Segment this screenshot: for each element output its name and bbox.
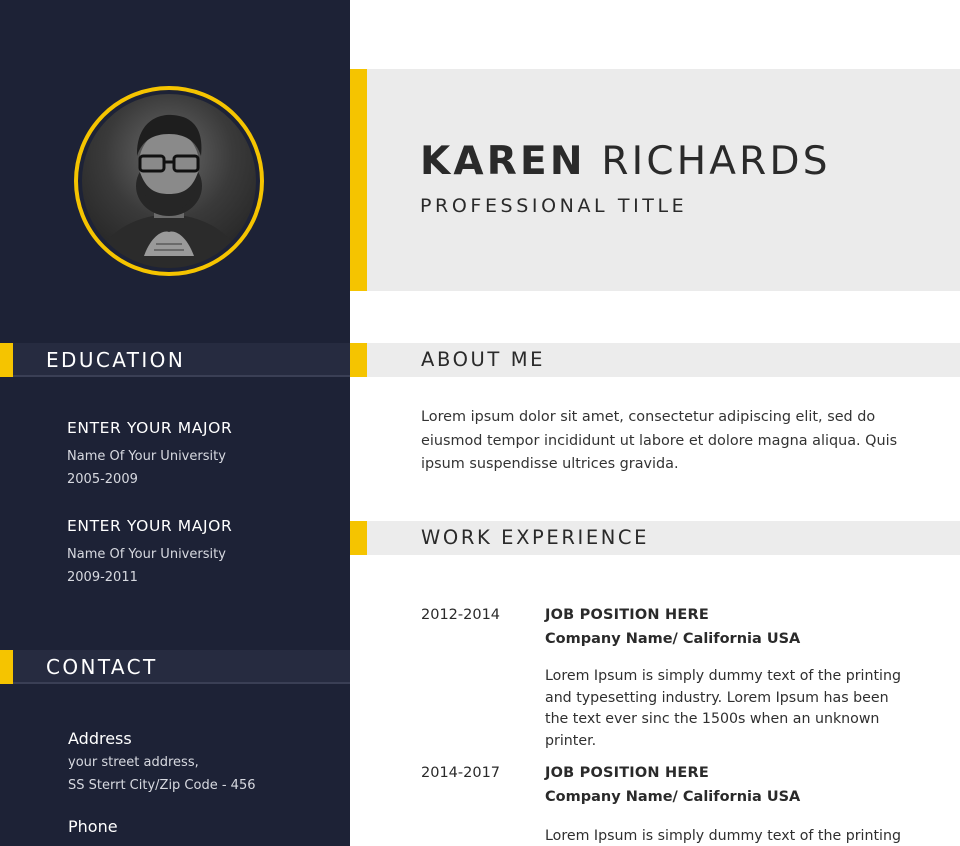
last-name: RICHARDS	[601, 139, 831, 184]
sidebar: EDUCATION ENTER YOUR MAJOR Name Of Your …	[0, 0, 350, 846]
education-accent-bar	[0, 343, 13, 377]
address-label: Address	[68, 729, 132, 748]
profile-photo-frame	[74, 86, 264, 276]
job-company: Company Name/ California USA	[545, 789, 801, 805]
header-accent-bar	[350, 69, 367, 291]
work-heading: WORK EXPERIENCE	[350, 521, 960, 555]
education-university: Name Of Your University	[67, 449, 226, 464]
about-heading: ABOUT ME	[350, 343, 960, 377]
about-accent-bar	[350, 343, 367, 377]
education-major: ENTER YOUR MAJOR	[67, 419, 233, 437]
address-value: your street address, SS Sterrt City/Zip …	[68, 751, 255, 797]
education-item: ENTER YOUR MAJOR Name Of Your University…	[67, 419, 232, 491]
education-item: ENTER YOUR MAJOR Name Of Your University…	[67, 517, 232, 589]
work-heading-label: WORK EXPERIENCE	[421, 526, 650, 549]
job-description: Lorem Ipsum is simply dummy text of the …	[545, 668, 901, 749]
education-years: 2005-2009	[67, 472, 138, 487]
address-line1: your street address,	[68, 755, 199, 770]
professional-title: PROFESSIONAL TITLE	[420, 195, 688, 217]
about-text: Lorem ipsum dolor sit amet, consectetur …	[421, 409, 898, 472]
education-major: ENTER YOUR MAJOR	[67, 517, 233, 535]
education-heading: EDUCATION	[0, 343, 350, 377]
profile-photo	[82, 94, 256, 268]
first-name: KAREN	[420, 139, 586, 184]
address-line2: SS Sterrt City/Zip Code - 456	[68, 778, 256, 793]
contact-heading: CONTACT	[0, 650, 350, 684]
job-years: 2014-2017	[421, 765, 501, 781]
phone-label: Phone	[68, 817, 118, 836]
work-accent-bar	[350, 521, 367, 555]
job-description: Lorem Ipsum is simply dummy text of the …	[545, 828, 901, 844]
job-position: JOB POSITION HERE	[545, 765, 709, 781]
contact-accent-bar	[0, 650, 13, 684]
contact-heading-label: CONTACT	[46, 655, 158, 679]
job-years: 2012-2014	[421, 607, 501, 623]
education-heading-label: EDUCATION	[46, 348, 186, 372]
job-company: Company Name/ California USA	[545, 631, 801, 647]
education-university: Name Of Your University	[67, 547, 226, 562]
education-years: 2009-2011	[67, 570, 138, 585]
about-heading-label: ABOUT ME	[421, 348, 546, 371]
full-name: KAREN RICHARDS	[420, 139, 831, 184]
name-header: KAREN RICHARDS PROFESSIONAL TITLE	[350, 69, 960, 291]
job-position: JOB POSITION HERE	[545, 607, 709, 623]
